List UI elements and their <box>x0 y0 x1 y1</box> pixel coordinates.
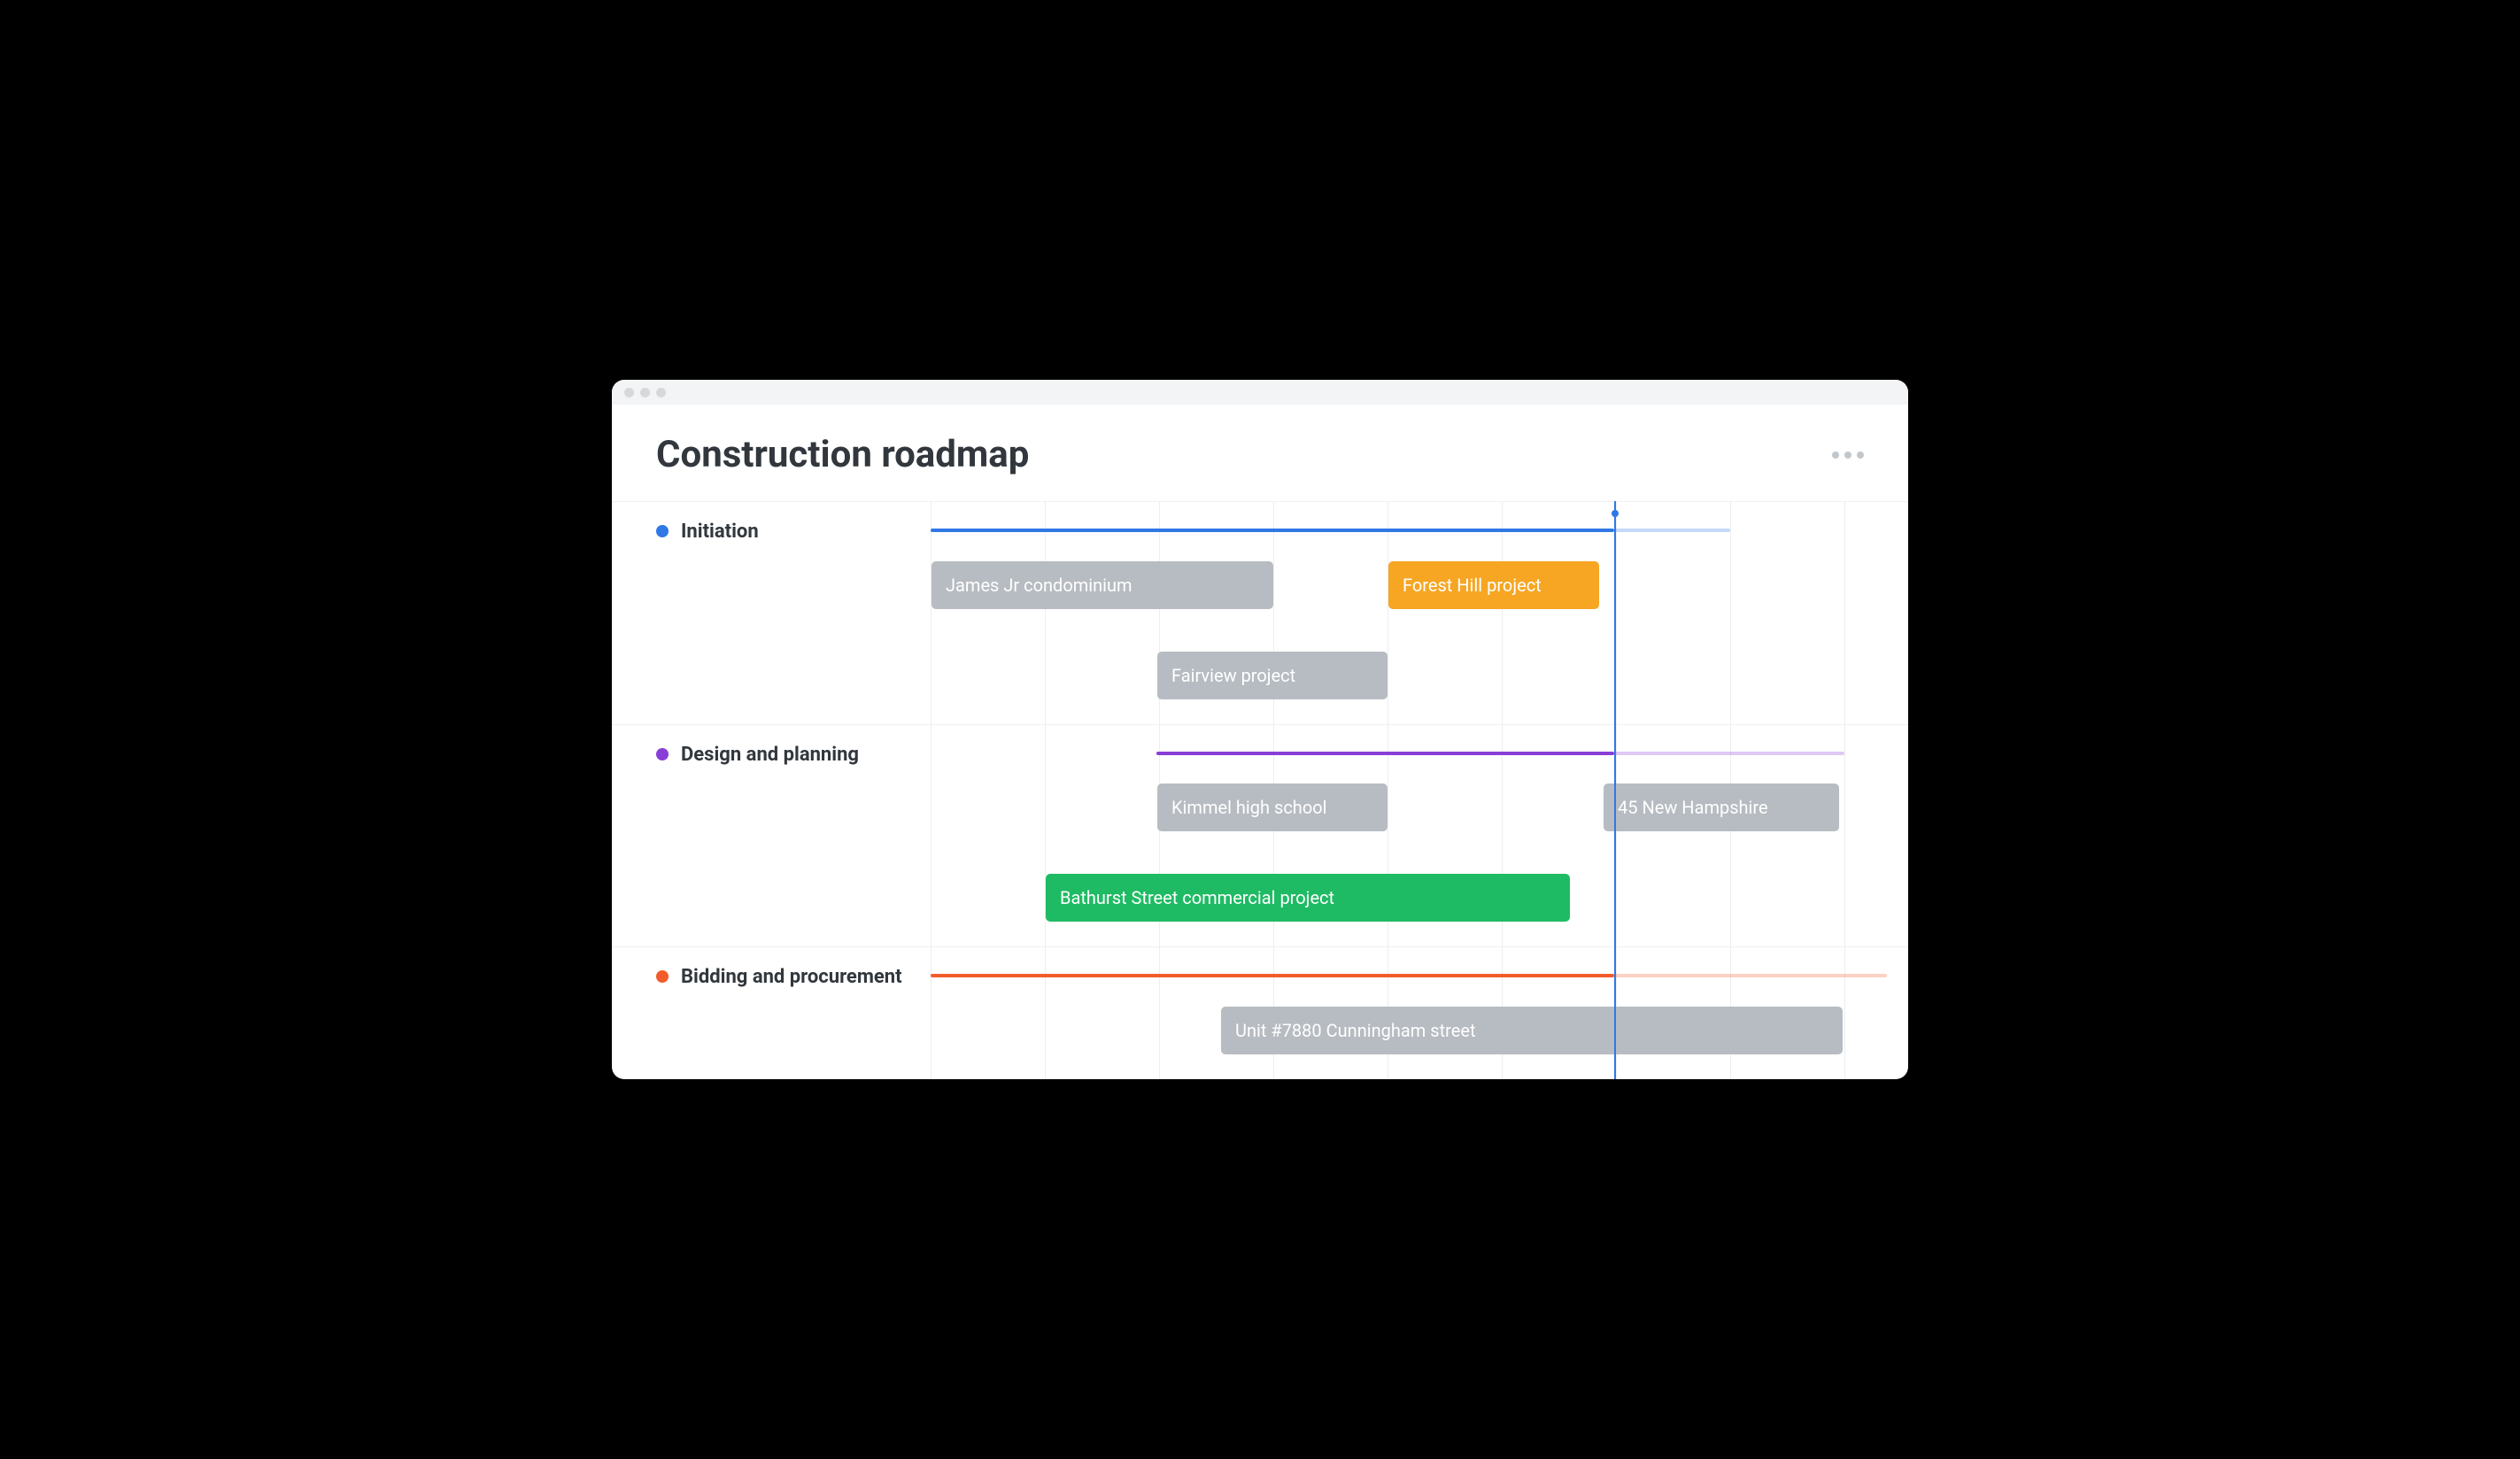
phase-dot-icon <box>656 748 669 760</box>
ellipsis-icon <box>1844 452 1851 459</box>
task-bar[interactable]: Bathurst Street commercial project <box>1046 874 1570 922</box>
window-minimize-icon[interactable] <box>640 388 650 398</box>
task-bar[interactable]: Forest Hill project <box>1388 561 1599 609</box>
task-bar[interactable]: Unit #7880 Cunningham street <box>1221 1007 1843 1054</box>
task-row: Kimmel high school 45 New Hampshire <box>612 784 1908 831</box>
task-bar[interactable]: 45 New Hampshire <box>1604 784 1839 831</box>
phase-header[interactable]: Design and planning <box>612 725 1908 768</box>
phase-dot-icon <box>656 525 669 537</box>
phase-dot-icon <box>656 970 669 983</box>
phase: Bidding and procurement Unit #7880 Cunnin… <box>612 946 1908 1079</box>
phase-title: Bidding and procurement <box>681 965 902 991</box>
tasks-container: Kimmel high school 45 New Hampshire Bathur… <box>612 784 1908 946</box>
window-title-bar <box>612 380 1908 405</box>
task-bar[interactable]: Fairview project <box>1157 652 1388 699</box>
tasks-container: Unit #7880 Cunningham street <box>612 1007 1908 1079</box>
task-bar[interactable]: James Jr condominium <box>931 561 1273 609</box>
window-maximize-icon[interactable] <box>656 388 666 398</box>
task-row: Fairview project <box>612 652 1908 699</box>
phase-header[interactable]: Initiation <box>612 502 1908 545</box>
ellipsis-icon <box>1832 452 1839 459</box>
phase: Initiation James Jr condominium Forest Hil… <box>612 501 1908 724</box>
phase-title: Initiation <box>681 520 759 545</box>
task-row: Unit #7880 Cunningham street <box>612 1007 1908 1054</box>
ellipsis-icon <box>1857 452 1864 459</box>
phase-title: Design and planning <box>681 743 859 768</box>
task-row: James Jr condominium Forest Hill project <box>612 561 1908 609</box>
tasks-container: James Jr condominium Forest Hill projectF… <box>612 561 1908 724</box>
phase-header[interactable]: Bidding and procurement <box>612 947 1908 991</box>
phase: Design and planning Kimmel high school 45 … <box>612 724 1908 947</box>
today-marker-line[interactable] <box>1614 501 1616 1079</box>
header-row: Construction roadmap <box>612 433 1908 501</box>
task-row: Bathurst Street commercial project <box>612 874 1908 922</box>
app-window: Construction roadmap Initiation James Jr … <box>612 380 1908 1079</box>
timeline-area: Initiation James Jr condominium Forest Hil… <box>612 501 1908 1079</box>
page-title: Construction roadmap <box>656 433 1029 476</box>
task-bar[interactable]: Kimmel high school <box>1157 784 1388 831</box>
content-area: Construction roadmap Initiation James Jr … <box>612 405 1908 1079</box>
more-menu-button[interactable] <box>1832 452 1864 459</box>
window-close-icon[interactable] <box>624 388 634 398</box>
